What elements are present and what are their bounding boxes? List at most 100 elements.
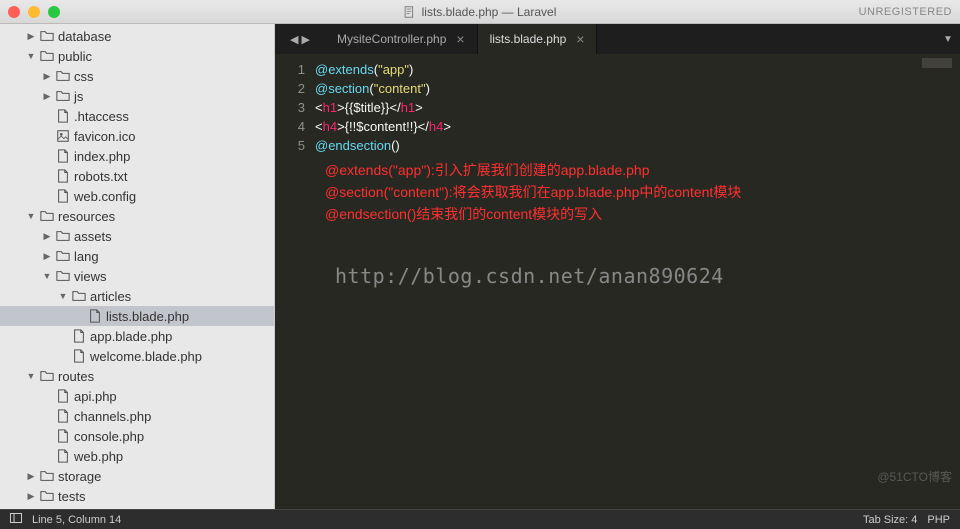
sidebar-item-routes[interactable]: ▼routes xyxy=(0,366,274,386)
sidebar-item-label: index.php xyxy=(74,149,130,164)
file-icon xyxy=(70,349,88,363)
tab-size[interactable]: Tab Size: 4 xyxy=(863,514,917,526)
tab-bar: ◀ ▶ MysiteController.php × lists.blade.p… xyxy=(275,24,960,54)
sidebar-item-label: public xyxy=(58,49,92,64)
sidebar-item-favicon-ico[interactable]: favicon.ico xyxy=(0,126,274,146)
close-tab-icon[interactable]: × xyxy=(456,31,464,47)
img-icon xyxy=(54,129,72,143)
sidebar-item-label: resources xyxy=(58,209,115,224)
syntax-mode[interactable]: PHP xyxy=(927,514,950,526)
sidebar-item-label: tests xyxy=(58,489,85,504)
tab-label: lists.blade.php xyxy=(490,32,567,46)
code-lines[interactable]: @extends("app") @section("content") <h1>… xyxy=(315,60,960,155)
sidebar-item-label: favicon.ico xyxy=(74,129,135,144)
file-icon xyxy=(54,409,72,423)
file-icon xyxy=(86,309,104,323)
file-icon xyxy=(54,109,72,123)
sidebar-item-storage[interactable]: ▶storage xyxy=(0,466,274,486)
disclosure-arrow-icon[interactable]: ▶ xyxy=(24,491,38,502)
sidebar-item-label: console.php xyxy=(74,429,144,444)
sidebar-item-label: views xyxy=(74,269,107,284)
sidebar-item-welcome-blade-php[interactable]: welcome.blade.php xyxy=(0,346,274,366)
sidebar-item-robots-txt[interactable]: robots.txt xyxy=(0,166,274,186)
corner-watermark: @51CTO博客 xyxy=(877,468,952,485)
folder-icon xyxy=(54,269,72,283)
tab-nav[interactable]: ◀ ▶ xyxy=(275,24,325,54)
sidebar-item-label: api.php xyxy=(74,389,117,404)
cursor-position[interactable]: Line 5, Column 14 xyxy=(32,514,121,526)
disclosure-arrow-icon[interactable]: ▶ xyxy=(24,471,38,482)
minimap-icon xyxy=(922,58,952,68)
folder-icon xyxy=(70,289,88,303)
sidebar-item-lang[interactable]: ▶ lang xyxy=(0,246,274,266)
folder-icon xyxy=(38,209,56,223)
sidebar-item-js[interactable]: ▶js xyxy=(0,86,274,106)
minimize-icon[interactable] xyxy=(28,6,40,18)
close-tab-icon[interactable]: × xyxy=(576,31,584,47)
sidebar-item-label: assets xyxy=(74,229,112,244)
sidebar-item-label: articles xyxy=(90,289,131,304)
disclosure-arrow-icon[interactable]: ▼ xyxy=(24,211,38,221)
sidebar-item-api-php[interactable]: api.php xyxy=(0,386,274,406)
close-icon[interactable] xyxy=(8,6,20,18)
sidebar-item-app-blade-php[interactable]: app.blade.php xyxy=(0,326,274,346)
file-icon xyxy=(54,169,72,183)
sidebar-item-label: welcome.blade.php xyxy=(90,349,202,364)
folder-icon xyxy=(54,69,72,83)
sidebar-item-label: app.blade.php xyxy=(90,329,172,344)
folder-icon xyxy=(54,89,72,103)
sidebar-item-label: robots.txt xyxy=(74,169,127,184)
disclosure-arrow-icon[interactable]: ▼ xyxy=(24,51,38,61)
disclosure-arrow-icon[interactable]: ▶ xyxy=(40,251,54,262)
sidebar-item-public[interactable]: ▼ public xyxy=(0,46,274,66)
sidebar-item-channels-php[interactable]: channels.php xyxy=(0,406,274,426)
disclosure-arrow-icon[interactable]: ▶ xyxy=(40,91,54,102)
sidebar-item-label: .htaccess xyxy=(74,109,129,124)
sidebar-item-lists-blade-php[interactable]: lists.blade.php xyxy=(0,306,274,326)
panel-icon[interactable] xyxy=(10,512,22,527)
sidebar-item--htaccess[interactable]: .htaccess xyxy=(0,106,274,126)
file-icon xyxy=(54,389,72,403)
disclosure-arrow-icon[interactable]: ▼ xyxy=(56,291,70,301)
maximize-icon[interactable] xyxy=(48,6,60,18)
editor-pane: ◀ ▶ MysiteController.php × lists.blade.p… xyxy=(275,24,960,509)
sidebar-item-views[interactable]: ▼ views xyxy=(0,266,274,286)
folder-icon xyxy=(38,469,56,483)
disclosure-arrow-icon[interactable]: ▶ xyxy=(24,31,38,42)
watermark: http://blog.csdn.net/anan890624 xyxy=(335,264,724,288)
status-bar: Line 5, Column 14 Tab Size: 4 PHP xyxy=(0,509,960,529)
disclosure-arrow-icon[interactable]: ▼ xyxy=(24,371,38,381)
file-icon xyxy=(54,449,72,463)
sidebar-item-web-php[interactable]: web.php xyxy=(0,446,274,466)
sidebar-item-label: lang xyxy=(74,249,99,264)
code-area[interactable]: 12345 @extends("app") @section("content"… xyxy=(275,54,960,155)
sidebar-item-console-php[interactable]: console.php xyxy=(0,426,274,446)
tab-overflow-icon[interactable]: ▼ xyxy=(936,24,960,54)
sidebar-item-css[interactable]: ▶css xyxy=(0,66,274,86)
file-icon xyxy=(404,6,416,18)
sidebar-item-database[interactable]: ▶ database xyxy=(0,26,274,46)
disclosure-arrow-icon[interactable]: ▼ xyxy=(40,271,54,281)
sidebar-item-assets[interactable]: ▶ assets xyxy=(0,226,274,246)
sidebar-item-index-php[interactable]: index.php xyxy=(0,146,274,166)
sidebar-item-web-config[interactable]: web.config xyxy=(0,186,274,206)
sidebar-item-articles[interactable]: ▼ articles xyxy=(0,286,274,306)
sidebar-item-tests[interactable]: ▶ tests xyxy=(0,486,274,506)
sidebar-item-label: web.config xyxy=(74,189,136,204)
folder-icon xyxy=(38,49,56,63)
sidebar-item-label: database xyxy=(58,29,112,44)
disclosure-arrow-icon[interactable]: ▶ xyxy=(40,231,54,242)
titlebar: lists.blade.php — Laravel UNREGISTERED xyxy=(0,0,960,24)
sidebar[interactable]: ▶ database ▼ public ▶css▶js .htaccess favicon.… xyxy=(0,24,275,509)
gutter: 12345 xyxy=(275,60,315,155)
file-icon xyxy=(70,329,88,343)
folder-icon xyxy=(54,229,72,243)
folder-icon xyxy=(38,489,56,503)
disclosure-arrow-icon[interactable]: ▶ xyxy=(40,71,54,82)
tab-lists-blade[interactable]: lists.blade.php × xyxy=(478,24,598,54)
sidebar-item-label: lists.blade.php xyxy=(106,309,189,324)
tab-mysite-controller[interactable]: MysiteController.php × xyxy=(325,24,478,54)
sidebar-item-label: channels.php xyxy=(74,409,151,424)
sidebar-item-resources[interactable]: ▼ resources xyxy=(0,206,274,226)
window-title: lists.blade.php — Laravel xyxy=(404,5,557,19)
